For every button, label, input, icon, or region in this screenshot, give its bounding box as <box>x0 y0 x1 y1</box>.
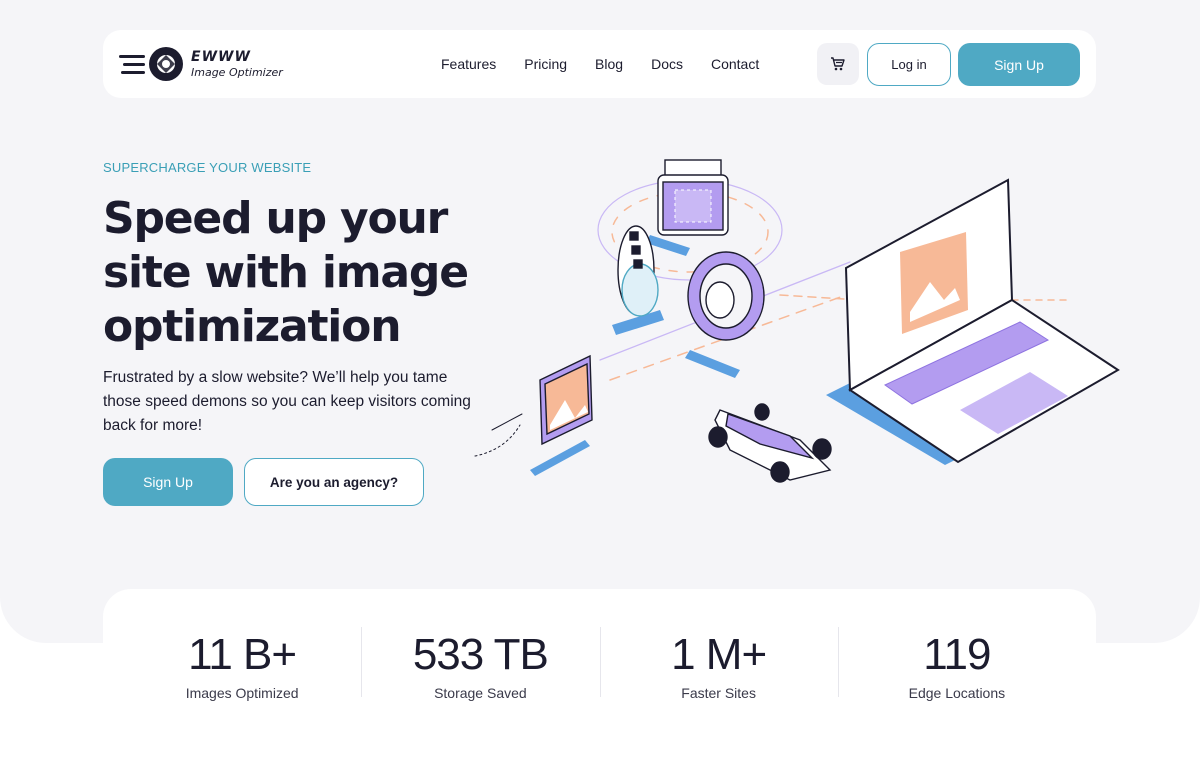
stat-edge-locations: 119 Edge Locations <box>837 589 1076 758</box>
logo-icon <box>119 47 183 81</box>
motion-trail <box>474 424 521 457</box>
shadow-strip <box>530 440 590 476</box>
stats-section: 11 B+ Images Optimized 533 TB Storage Sa… <box>103 589 1096 758</box>
menu-item-pricing[interactable]: Pricing <box>524 56 567 72</box>
stat-label: Storage Saved <box>434 685 527 701</box>
hero-eyebrow: SUPERCHARGE YOUR WEBSITE <box>103 160 312 175</box>
stat-faster-sites: 1 M+ Faster Sites <box>599 589 838 758</box>
stat-value: 533 TB <box>412 630 549 679</box>
menu-item-contact[interactable]: Contact <box>711 56 759 72</box>
menu-item-features[interactable]: Features <box>441 56 496 72</box>
cart-button[interactable] <box>817 43 859 85</box>
hero-illustration <box>474 159 1120 483</box>
logo[interactable]: EWWW Image Optimizer <box>119 44 283 84</box>
crop-device <box>657 159 729 236</box>
logo-subtitle: Image Optimizer <box>191 66 283 79</box>
race-car <box>708 403 832 483</box>
hero-signup-button[interactable]: Sign Up <box>103 458 233 506</box>
menu-item-docs[interactable]: Docs <box>651 56 683 72</box>
stat-storage-saved: 533 TB Storage Saved <box>361 589 599 758</box>
shadow-strip <box>685 350 740 378</box>
login-button[interactable]: Log in <box>867 43 951 86</box>
navbar: EWWW Image Optimizer Features Pricing Bl… <box>103 30 1096 98</box>
menu-item-blog[interactable]: Blog <box>595 56 623 72</box>
stat-label: Edge Locations <box>908 685 1006 701</box>
logo-name: EWWW <box>191 49 251 65</box>
photo-frame <box>539 354 593 446</box>
main-menu: Features Pricing Blog Docs Contact <box>441 30 787 98</box>
nav-signup-button[interactable]: Sign Up <box>958 43 1080 86</box>
stat-label: Images Optimized <box>185 685 299 701</box>
hero-subtext: Frustrated by a slow website? We’ll help… <box>103 369 471 434</box>
motion-trail <box>491 413 523 431</box>
agency-button[interactable]: Are you an agency? <box>244 458 424 506</box>
cart-icon <box>831 57 845 71</box>
stat-label: Faster Sites <box>681 685 756 701</box>
laptop <box>826 178 1120 465</box>
stat-value: 11 B+ <box>188 630 297 679</box>
stat-images-optimized: 11 B+ Images Optimized <box>123 589 361 758</box>
compression-ring <box>687 251 765 341</box>
stat-value: 1 M+ <box>671 630 767 679</box>
stat-value: 119 <box>923 630 991 679</box>
